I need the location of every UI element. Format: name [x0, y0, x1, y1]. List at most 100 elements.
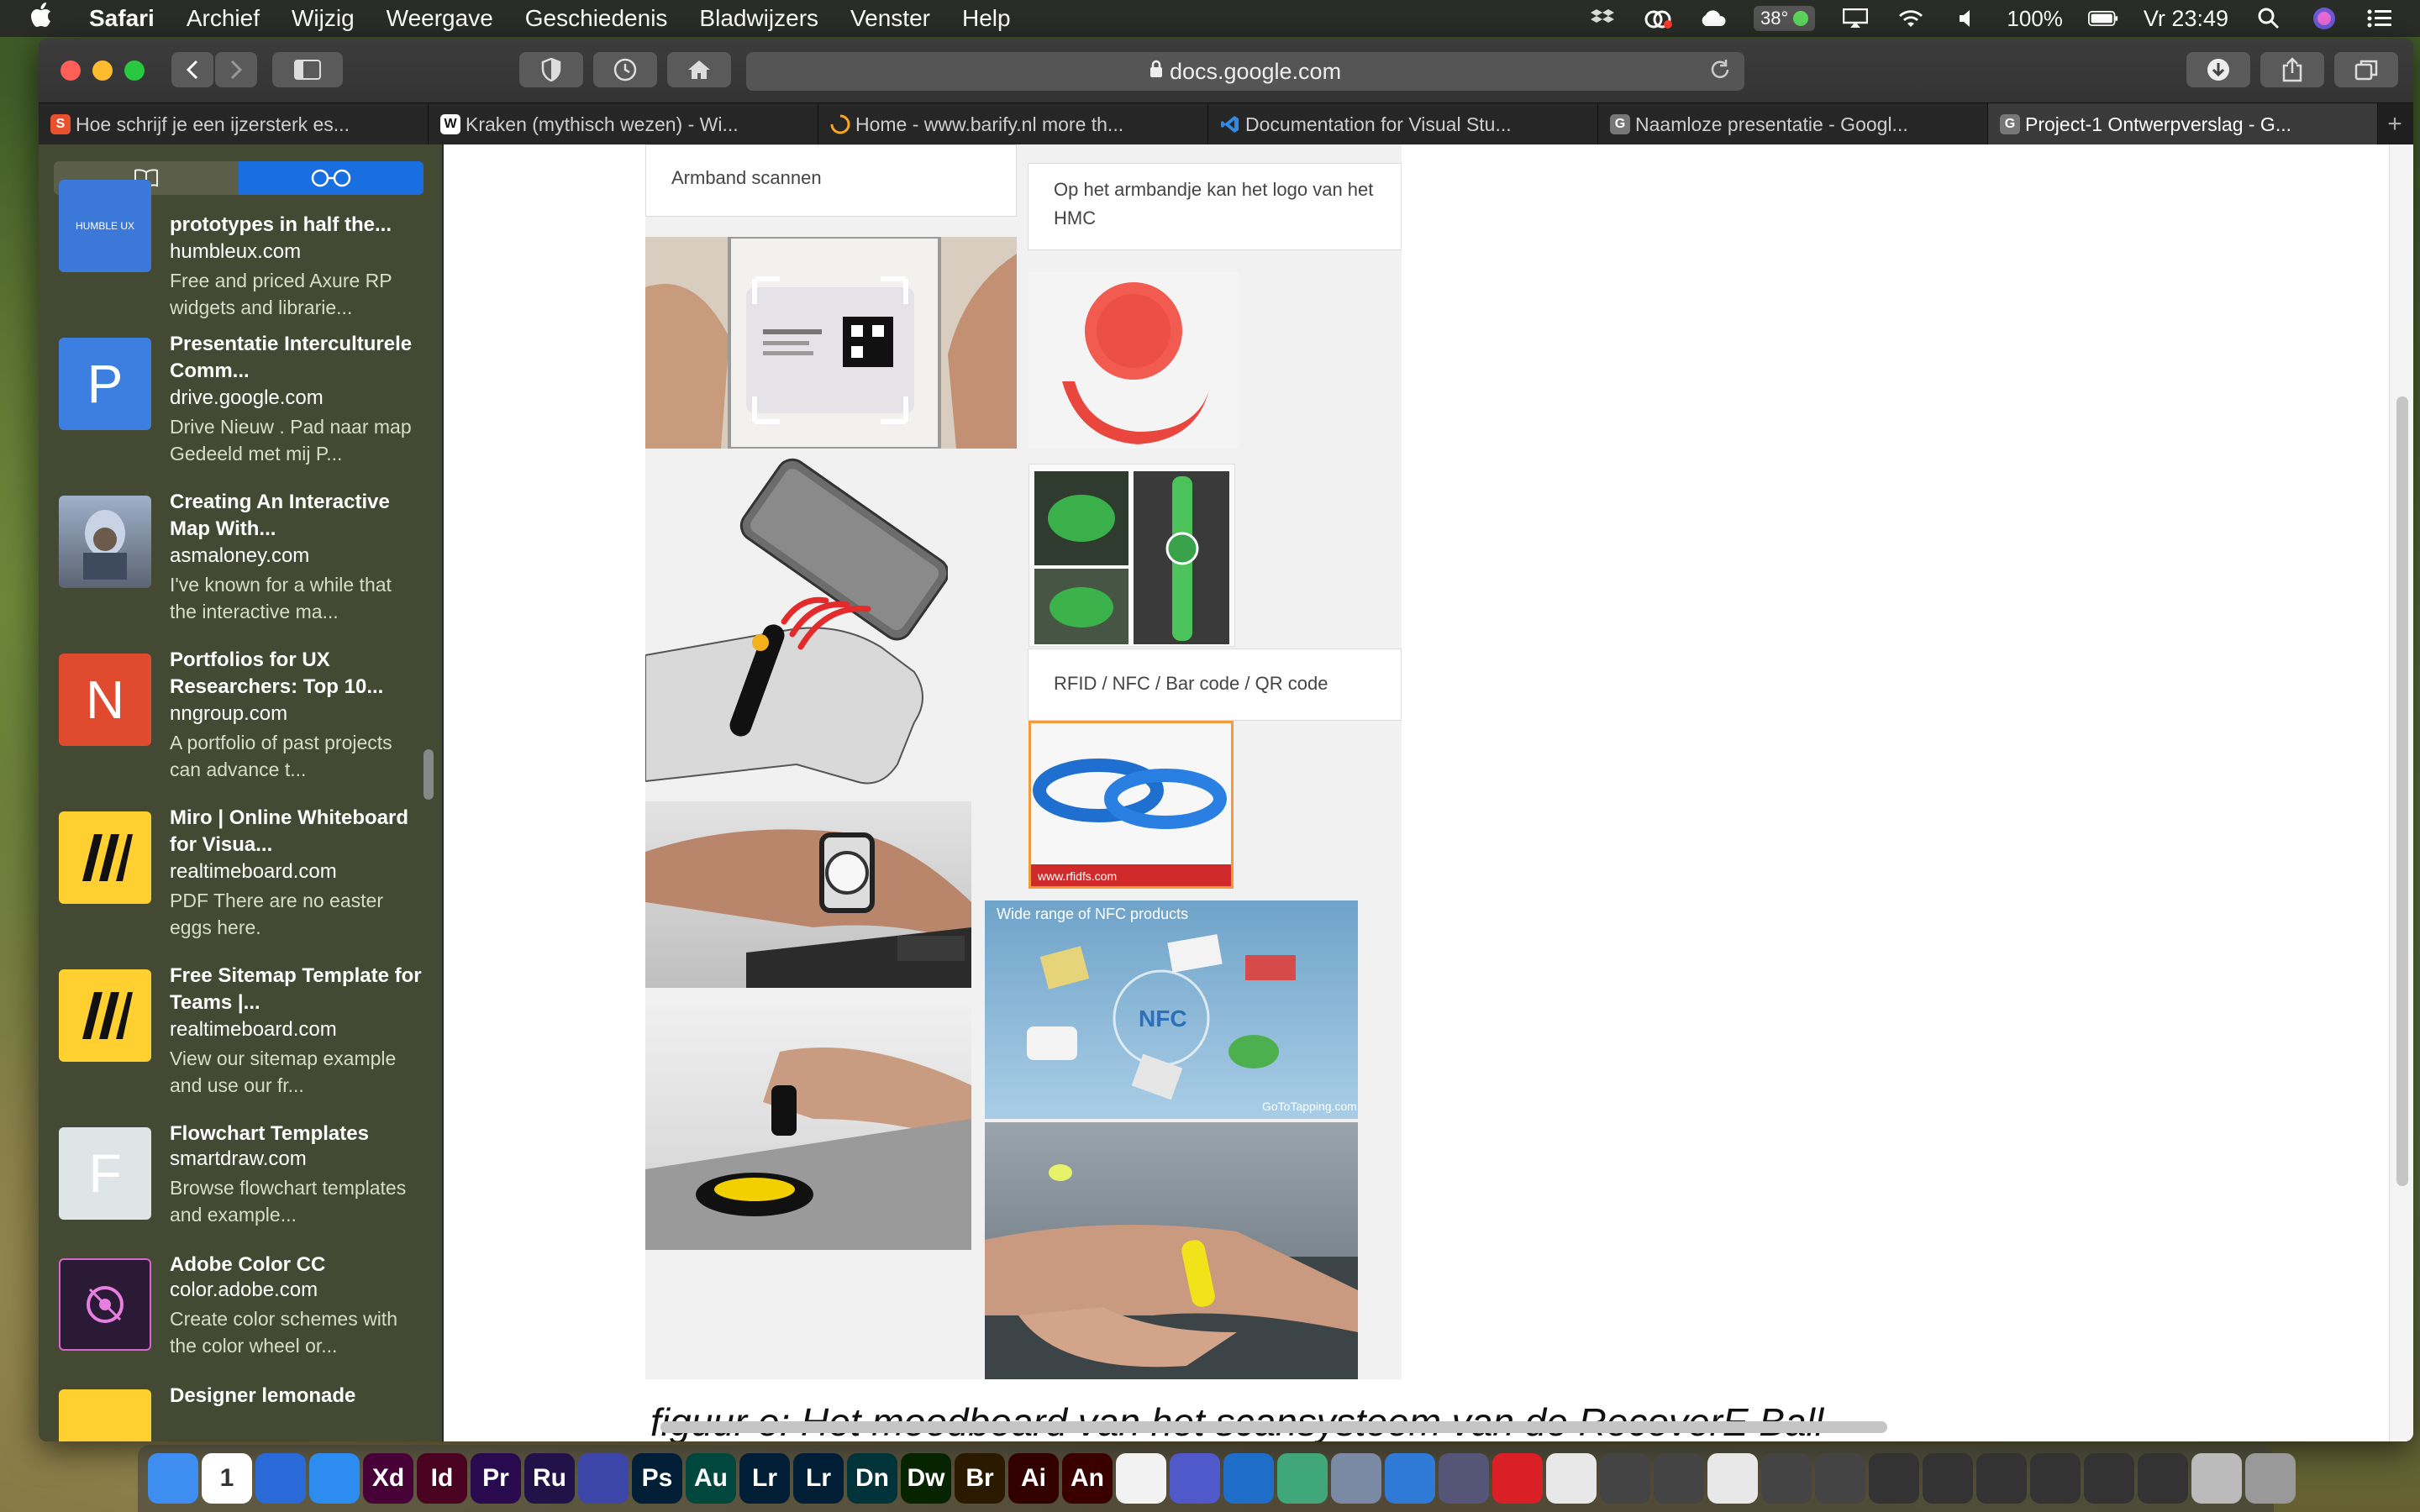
lightroom-classic-icon[interactable]: Lr: [793, 1453, 844, 1504]
keyboard-icon[interactable]: [1600, 1453, 1650, 1504]
tab-barify[interactable]: Home - www.barify.nl more th...: [818, 103, 1208, 145]
document-icon[interactable]: [1707, 1453, 1758, 1504]
minimize-window-button[interactable]: [92, 60, 113, 81]
share-icon: [2282, 57, 2302, 82]
illustrator-icon[interactable]: Ai: [1008, 1453, 1059, 1504]
tab-presentation[interactable]: G Naamloze presentatie - Googl...: [1598, 103, 1988, 145]
menu-archief[interactable]: Archief: [187, 5, 260, 32]
calendar-icon[interactable]: 1: [202, 1453, 252, 1504]
indesign-icon[interactable]: Id: [417, 1453, 467, 1504]
reading-list-item[interactable]: P Presentatie Interculturele Comm... dri…: [39, 326, 442, 484]
privacy-report-button[interactable]: [519, 52, 583, 87]
menu-clock[interactable]: Vr 23:49: [2144, 6, 2228, 32]
screen-icon[interactable]: [1976, 1453, 2027, 1504]
adobe-xd-icon[interactable]: Xd: [363, 1453, 413, 1504]
lightroom-icon[interactable]: Lr: [739, 1453, 790, 1504]
screen-icon[interactable]: [2030, 1453, 2081, 1504]
dock-icon-label: Ai: [1021, 1464, 1046, 1492]
close-window-button[interactable]: [60, 60, 81, 81]
creative-cloud-icon[interactable]: [1492, 1453, 1543, 1504]
menu-safari[interactable]: Safari: [89, 5, 155, 32]
horizontal-scrollbar[interactable]: [660, 1421, 1887, 1433]
reading-list-item[interactable]: N Portfolios for UX Researchers: Top 10.…: [39, 642, 442, 800]
dropbox-icon[interactable]: [1587, 7, 1618, 30]
keyboard-icon[interactable]: [1761, 1453, 1812, 1504]
tab-wikipedia[interactable]: W Kraken (mythisch wezen) - Wi...: [429, 103, 818, 145]
reading-list-item[interactable]: Miro | Online Whiteboard for Visua... re…: [39, 800, 442, 958]
animate-icon[interactable]: An: [1062, 1453, 1113, 1504]
vscode-icon[interactable]: [1223, 1453, 1274, 1504]
share-button[interactable]: [2260, 52, 2324, 87]
airplay-icon[interactable]: [1840, 7, 1870, 30]
reading-list-item[interactable]: F Flowchart Templates smartdraw.com Brow…: [39, 1116, 442, 1247]
bridge-icon[interactable]: Br: [955, 1453, 1005, 1504]
keynote-icon[interactable]: [1385, 1453, 1435, 1504]
temperature-badge[interactable]: 38°: [1754, 6, 1816, 31]
premiere-icon[interactable]: Pr: [471, 1453, 521, 1504]
fullscreen-window-button[interactable]: [124, 60, 145, 81]
keyboard-icon[interactable]: [1815, 1453, 1865, 1504]
downloads-button[interactable]: [2186, 52, 2250, 87]
tab-project-report[interactable]: G Project-1 Ontwerpverslag - G...: [1988, 103, 2378, 145]
history-button[interactable]: [593, 52, 657, 87]
screen-icon[interactable]: [1923, 1453, 1973, 1504]
safari-icon[interactable]: [309, 1453, 360, 1504]
reading-list-item[interactable]: Designer lemonade: [39, 1378, 442, 1441]
screen-icon[interactable]: [2138, 1453, 2188, 1504]
reading-list-item[interactable]: HUMBLE UX prototypes in half the... humb…: [39, 168, 442, 326]
dreamweaver-icon[interactable]: Dw: [901, 1453, 951, 1504]
apple-icon[interactable]: [30, 3, 64, 34]
vertical-scrollbar[interactable]: [2396, 396, 2408, 1186]
reading-list-item[interactable]: Creating An Interactive Map With... asma…: [39, 484, 442, 642]
document-icon[interactable]: [1546, 1453, 1597, 1504]
notification-center-icon[interactable]: [2365, 7, 2395, 30]
menu-venster[interactable]: Venster: [850, 5, 930, 32]
downloads-stack-icon[interactable]: [2191, 1453, 2242, 1504]
home-button[interactable]: [667, 52, 731, 87]
menu-wijzig[interactable]: Wijzig: [292, 5, 355, 32]
pages-icon[interactable]: [1116, 1453, 1166, 1504]
forward-button[interactable]: [215, 52, 257, 87]
teams-icon[interactable]: [1170, 1453, 1220, 1504]
reading-list-item[interactable]: Adobe Color CC color.adobe.com Create co…: [39, 1247, 442, 1378]
new-tab-button[interactable]: +: [2378, 103, 2412, 145]
caption-rfid-nfc: RFID / NFC / Bar code / QR code: [1028, 648, 1402, 721]
rush-icon[interactable]: Ru: [524, 1453, 575, 1504]
tab-overview-button[interactable]: [2334, 52, 2398, 87]
generic-app-icon[interactable]: [578, 1453, 629, 1504]
preview-icon[interactable]: [1331, 1453, 1381, 1504]
spotlight-search-icon[interactable]: [2254, 7, 2284, 30]
keyboard-icon[interactable]: [1654, 1453, 1704, 1504]
reading-list-item[interactable]: Free Sitemap Template for Teams |... rea…: [39, 958, 442, 1116]
sidebar-scrollbar[interactable]: [424, 749, 434, 800]
dock-icon-label: Xd: [371, 1464, 405, 1492]
siri-icon[interactable]: [2309, 7, 2339, 30]
audition-icon[interactable]: Au: [686, 1453, 736, 1504]
wifi-icon[interactable]: [1896, 7, 1926, 30]
firefox-icon[interactable]: [255, 1453, 306, 1504]
tab-label: Project-1 Ontwerpverslag - G...: [2025, 113, 2291, 135]
screen-icon[interactable]: [1869, 1453, 1919, 1504]
menu-bladwijzers[interactable]: Bladwijzers: [699, 5, 818, 32]
menu-weergave[interactable]: Weergave: [387, 5, 493, 32]
bbedit-icon[interactable]: [1439, 1453, 1489, 1504]
atom-icon[interactable]: [1277, 1453, 1328, 1504]
finder-icon[interactable]: [148, 1453, 198, 1504]
menu-geschiedenis[interactable]: Geschiedenis: [525, 5, 668, 32]
photoshop-icon[interactable]: Ps: [632, 1453, 682, 1504]
sidebar-toggle-button[interactable]: [272, 52, 343, 87]
tab-scribbr[interactable]: S Hoe schrijf je een ijzersterk es...: [39, 103, 429, 145]
menu-help[interactable]: Help: [962, 5, 1011, 32]
screen-icon[interactable]: [2084, 1453, 2134, 1504]
icloud-icon[interactable]: [1698, 7, 1728, 30]
creative-cloud-menu-icon[interactable]: [1643, 7, 1673, 30]
volume-icon[interactable]: [1951, 7, 1981, 30]
tab-vscode-docs[interactable]: Documentation for Visual Stu...: [1208, 103, 1598, 145]
item-description: Free and priced Axure RP widgets and lib…: [170, 270, 392, 318]
dimension-icon[interactable]: Dn: [847, 1453, 897, 1504]
trash-icon[interactable]: [2245, 1453, 2296, 1504]
battery-icon[interactable]: [2087, 7, 2118, 30]
address-bar[interactable]: docs.google.com: [746, 52, 1744, 91]
reload-icon[interactable]: [1709, 59, 1731, 87]
back-button[interactable]: [171, 52, 213, 87]
